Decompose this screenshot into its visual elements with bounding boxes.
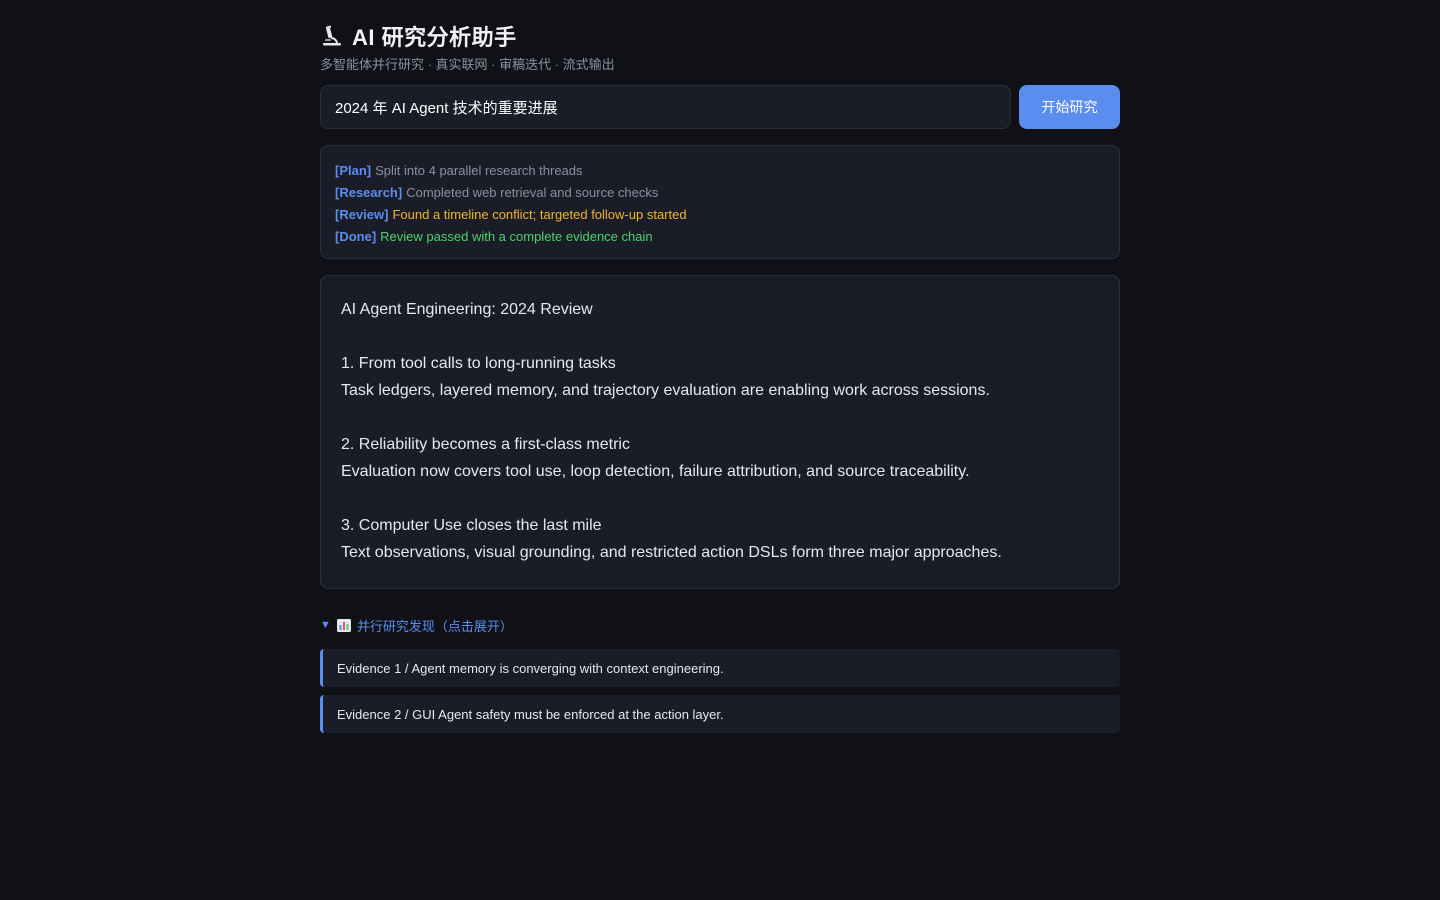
- report-section-heading: 2. Reliability becomes a first-class met…: [341, 436, 630, 453]
- research-report: AI Agent Engineering: 2024 Review 1. Fro…: [320, 275, 1120, 589]
- report-section-body: Text observations, visual grounding, and…: [341, 544, 1002, 561]
- page-title: AI 研究分析助手: [352, 25, 517, 50]
- report-section-heading: 3. Computer Use closes the last mile: [341, 517, 602, 534]
- report-section-body: Task ledgers, layered memory, and trajec…: [341, 382, 990, 399]
- start-research-button[interactable]: 开始研究: [1019, 85, 1120, 129]
- report-section-heading: 1. From tool calls to long-running tasks: [341, 355, 616, 372]
- app-container: AI 研究分析助手 多智能体并行研究 · 真实联网 · 审稿迭代 · 流式输出 …: [320, 20, 1120, 733]
- log-text: Found a timeline conflict; targeted foll…: [392, 207, 687, 222]
- research-query-input[interactable]: [320, 85, 1011, 129]
- log-line: [Research] Completed web retrieval and so…: [335, 182, 1105, 204]
- triangle-down-icon: ▼: [320, 619, 331, 631]
- search-bar: 开始研究: [320, 85, 1120, 129]
- log-text: Split into 4 parallel research threads: [375, 163, 583, 178]
- report-title: AI Agent Engineering: 2024 Review: [341, 301, 593, 318]
- report-section-body: Evaluation now covers tool use, loop det…: [341, 463, 970, 480]
- log-line: [Done] Review passed with a complete evid…: [335, 226, 1105, 248]
- findings-toggle-label: 并行研究发现（点击展开）: [356, 618, 513, 634]
- findings-toggle[interactable]: ▼ 并行研究发现（点击展开）: [320, 615, 1120, 635]
- log-tag: [Review]: [335, 207, 389, 222]
- log-text: Completed web retrieval and source check…: [406, 185, 659, 200]
- log-text: Review passed with a complete evidence c…: [380, 229, 653, 244]
- log-line: [Plan] Split into 4 parallel research thr…: [335, 160, 1105, 182]
- log-tag: [Done]: [335, 229, 377, 244]
- log-tag: [Plan]: [335, 163, 372, 178]
- evidence-item: Evidence 2 / GUI Agent safety must be en…: [320, 695, 1120, 733]
- header: AI 研究分析助手: [320, 20, 1120, 52]
- log-line: [Review] Found a timeline conflict; targe…: [335, 204, 1105, 226]
- bar-chart-icon: [336, 618, 351, 632]
- log-tag: [Research]: [335, 185, 403, 200]
- page-subtitle: 多智能体并行研究 · 真实联网 · 审稿迭代 · 流式输出: [320, 57, 615, 72]
- progress-log: [Plan] Split into 4 parallel research thr…: [320, 145, 1120, 259]
- evidence-item: Evidence 1 / Agent memory is converging …: [320, 649, 1120, 687]
- microscope-icon: [320, 24, 344, 48]
